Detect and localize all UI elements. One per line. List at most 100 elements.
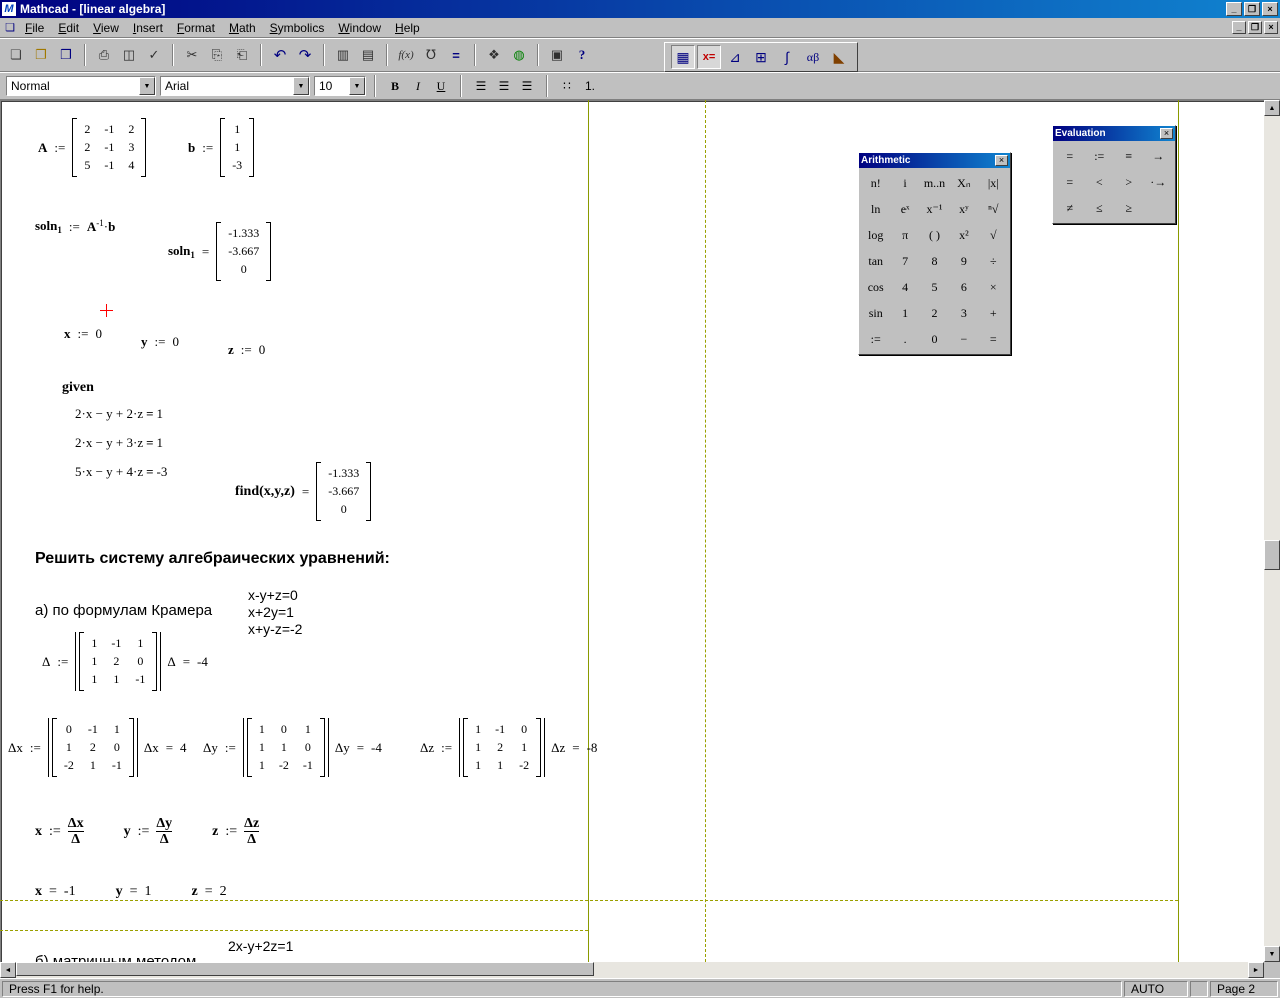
worksheet[interactable]: A := 2 -1 2 2 -1 3 5 -1 4 b := 1 1 -3 soln1 := A-1… [0, 100, 1280, 962]
bullet-list-button[interactable]: ∷ [556, 75, 578, 97]
size-combo[interactable]: 10 ▼ [314, 76, 366, 96]
horizontal-scroll-thumb[interactable] [16, 962, 594, 976]
insert-unit[interactable]: ℧ [419, 43, 443, 67]
font-combo[interactable]: Arial ▼ [160, 76, 310, 96]
scroll-right-icon[interactable]: ► [1248, 962, 1264, 978]
menu-item[interactable]: Window [331, 19, 388, 37]
palette-key[interactable]: m..n [919, 170, 950, 196]
palette-key[interactable]: := [1084, 143, 1114, 169]
spell-check[interactable]: ✓ [142, 43, 166, 67]
fraction-definition[interactable]: x:= Δx Δ [35, 816, 84, 847]
palette-key[interactable]: cos [861, 274, 891, 300]
arithmetic-palette-titlebar[interactable]: Arithmetic × [859, 153, 1010, 168]
style-dropdown-arrow-icon[interactable]: ▼ [139, 77, 155, 95]
fraction-definition[interactable]: y:= Δy Δ [124, 816, 173, 847]
palette-key[interactable]: ≡ [1114, 143, 1144, 169]
region-cramer-fractions[interactable]: x:= Δx Δ y:= Δy Δ z:= Δz Δ [35, 816, 299, 847]
menu-item[interactable]: Edit [51, 19, 86, 37]
equation-line[interactable]: 5·x − y + 4·z = -3 [75, 464, 167, 480]
region-soln-definition[interactable]: soln1 := A-1·b [35, 218, 115, 235]
new[interactable]: ❏ [4, 43, 28, 67]
child-close-button[interactable]: × [1264, 21, 1278, 34]
palette-key[interactable]: × [978, 274, 1008, 300]
component[interactable]: ❖ [482, 43, 506, 67]
palette-key[interactable]: √ [978, 222, 1008, 248]
palette-key[interactable]: 0 [919, 326, 950, 352]
arithmetic-palette-close-icon[interactable]: × [995, 155, 1008, 166]
palette-key[interactable]: 1 [890, 300, 920, 326]
scroll-left-icon[interactable]: ◄ [0, 962, 16, 978]
help[interactable]: ? [570, 43, 594, 67]
insert-function[interactable]: f(x) [394, 43, 418, 67]
palette-key[interactable]: 8 [919, 248, 950, 274]
palette-key[interactable]: x⁻¹ [919, 196, 950, 222]
palette-key[interactable]: < [1084, 169, 1114, 195]
palette-key[interactable]: ⁿ√ [978, 196, 1008, 222]
region-delta-y[interactable]: Δy := 1 0 1 1 1 0 1 -2 -1 Δy = -4 [203, 718, 382, 777]
fraction-definition[interactable]: z:= Δz Δ [212, 816, 260, 847]
greek-toolbar[interactable]: αβ [801, 45, 825, 69]
close-button[interactable]: × [1262, 2, 1278, 16]
region-def-x[interactable]: x:= 0 [64, 326, 102, 342]
child-restore-button[interactable]: ❐ [1248, 21, 1262, 34]
paste[interactable]: ⎗ [230, 43, 254, 67]
menu-item[interactable]: Math [222, 19, 263, 37]
palette-key[interactable]: → [1143, 143, 1173, 169]
scroll-down-icon[interactable]: ▼ [1264, 946, 1280, 962]
bold-button[interactable]: B [384, 75, 406, 97]
palette-key[interactable]: = [1055, 143, 1085, 169]
matrix-toolbar[interactable]: ⊞ [749, 45, 773, 69]
menu-item[interactable]: View [86, 19, 126, 37]
result-item[interactable]: z = 2 [191, 884, 226, 900]
palette-key[interactable]: ≤ [1084, 195, 1114, 221]
palette-key[interactable]: 6 [949, 274, 979, 300]
palette-key[interactable]: 5 [919, 274, 950, 300]
equation-line[interactable]: 2·x − y + 2·z = 1 [75, 406, 167, 422]
align-left-button[interactable]: ☰ [470, 75, 492, 97]
region-system-a[interactable]: x-y+z=0 x+2y=1 x+y-z=-2 [248, 587, 302, 638]
palette-key[interactable]: x² [949, 222, 979, 248]
menu-item[interactable]: Insert [126, 19, 170, 37]
palette-key[interactable]: = [978, 326, 1008, 352]
numbered-list-button[interactable]: 1. [579, 75, 601, 97]
scroll-up-icon[interactable]: ▲ [1264, 100, 1280, 116]
region-delta-z[interactable]: Δz := 1 -1 0 1 2 1 1 1 -2 Δz = -8 [420, 718, 597, 777]
region-delta[interactable]: Δ := 1 -1 1 1 2 0 1 1 -1 Δ = -4 [42, 632, 208, 691]
menu-item[interactable]: File [18, 19, 51, 37]
palette-key[interactable]: 2 [919, 300, 950, 326]
palette-key[interactable]: n! [861, 170, 891, 196]
result-item[interactable]: x = -1 [35, 884, 76, 900]
region-find-result[interactable]: find(x,y,z) = -1.333 -3.667 0 [235, 462, 372, 521]
calculus-toolbar[interactable]: ∫ [775, 45, 799, 69]
redo[interactable]: ↷ [293, 43, 317, 67]
copy[interactable]: ⎘ [205, 43, 229, 67]
palette-key[interactable]: 3 [949, 300, 979, 326]
region-cramer-results[interactable]: x = -1 y = 1 z = 2 [35, 884, 267, 900]
horizontal-scrollbar[interactable]: ◄ ► [0, 962, 1280, 978]
palette-key[interactable]: + [978, 300, 1008, 326]
align-right-button[interactable]: ☰ [516, 75, 538, 97]
resource-center[interactable]: ▣ [545, 43, 569, 67]
document-icon[interactable]: ❏ [2, 21, 18, 35]
style-combo[interactable]: Normal ▼ [6, 76, 156, 96]
vertical-scroll-thumb[interactable] [1264, 540, 1280, 570]
palette-key[interactable]: i [890, 170, 920, 196]
palette-key[interactable]: 4 [890, 274, 920, 300]
palette-key[interactable]: 7 [890, 248, 920, 274]
result-item[interactable]: y = 1 [116, 884, 152, 900]
palette-key[interactable]: := [861, 326, 891, 352]
font-dropdown-arrow-icon[interactable]: ▼ [293, 77, 309, 95]
menu-item[interactable]: Symbolics [263, 19, 332, 37]
size-dropdown-arrow-icon[interactable]: ▼ [349, 77, 365, 95]
print[interactable]: ⎙ [92, 43, 116, 67]
undo[interactable]: ↶ [268, 43, 292, 67]
arithmetic-toolbar[interactable]: ▦ [671, 45, 695, 69]
palette-key[interactable]: ·→ [1143, 169, 1173, 195]
palette-key[interactable]: ≠ [1055, 195, 1085, 221]
region-part-a-label[interactable]: а) по формулам Крамера [35, 602, 212, 619]
vertical-scrollbar[interactable]: ▲ ▼ [1264, 100, 1280, 962]
print-preview[interactable]: ◫ [117, 43, 141, 67]
vertical-scroll-track[interactable] [1264, 116, 1280, 946]
align-center-button[interactable]: ☰ [493, 75, 515, 97]
region-def-y[interactable]: y:= 0 [141, 334, 179, 350]
